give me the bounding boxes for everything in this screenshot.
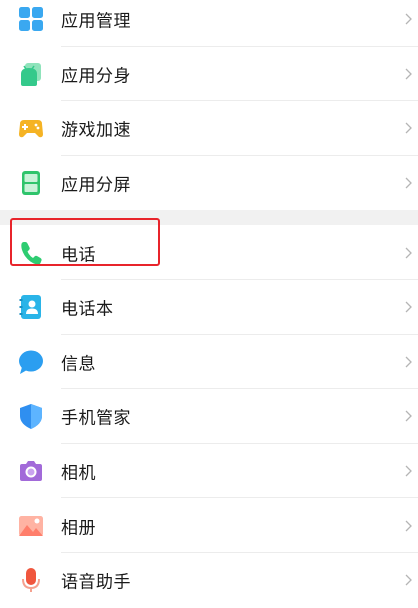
settings-item-app-clone[interactable]: 应用分身 bbox=[0, 47, 418, 102]
settings-group-system-apps: 电话 电话本 信息 手机管家 相机 相册 语音助手 bbox=[0, 225, 418, 608]
app-clone-icon bbox=[21, 62, 41, 86]
chevron-right-icon bbox=[405, 520, 412, 532]
section-separator bbox=[0, 210, 418, 226]
settings-item-gallery[interactable]: 相册 bbox=[0, 498, 418, 553]
settings-item-label: 手机管家 bbox=[61, 408, 131, 429]
split-screen-icon bbox=[22, 171, 40, 196]
voice-assistant-icon bbox=[22, 568, 40, 593]
chevron-right-icon bbox=[405, 177, 412, 189]
game-acceleration-icon bbox=[19, 120, 43, 138]
phone-manager-icon bbox=[20, 404, 42, 430]
settings-item-voice-assistant[interactable]: 语音助手 bbox=[0, 553, 418, 608]
settings-item-label: 信息 bbox=[61, 354, 96, 375]
chevron-right-icon bbox=[405, 410, 412, 422]
chevron-right-icon bbox=[405, 301, 412, 313]
chevron-right-icon bbox=[405, 247, 412, 259]
messages-icon bbox=[19, 350, 43, 374]
settings-item-phone[interactable]: 电话 bbox=[0, 225, 418, 280]
settings-item-label: 应用分屏 bbox=[61, 175, 131, 196]
settings-item-label: 应用管理 bbox=[61, 11, 131, 32]
settings-item-game-acceleration[interactable]: 游戏加速 bbox=[0, 101, 418, 156]
settings-item-label: 电话 bbox=[61, 245, 96, 266]
chevron-right-icon bbox=[405, 574, 412, 586]
settings-item-split-screen[interactable]: 应用分屏 bbox=[0, 156, 418, 211]
settings-item-label: 电话本 bbox=[61, 299, 114, 320]
settings-item-phone-manager[interactable]: 手机管家 bbox=[0, 389, 418, 444]
settings-item-messages[interactable]: 信息 bbox=[0, 335, 418, 390]
chevron-right-icon bbox=[405, 123, 412, 134]
contacts-icon bbox=[19, 295, 41, 320]
settings-group-apps: 应用管理 应用分身 游戏加速 应用分屏 bbox=[0, 0, 418, 211]
settings-item-label: 相册 bbox=[61, 518, 96, 539]
chevron-right-icon bbox=[405, 68, 412, 80]
settings-item-label: 语音助手 bbox=[61, 572, 131, 593]
settings-item-contacts[interactable]: 电话本 bbox=[0, 280, 418, 335]
settings-item-label: 相机 bbox=[61, 463, 96, 484]
camera-icon bbox=[20, 461, 42, 482]
settings-item-app-management[interactable]: 应用管理 bbox=[0, 0, 418, 47]
settings-item-label: 应用分身 bbox=[61, 66, 131, 87]
app-management-icon bbox=[19, 7, 43, 32]
phone-icon bbox=[21, 241, 42, 265]
settings-item-label: 游戏加速 bbox=[61, 120, 131, 141]
gallery-icon bbox=[19, 515, 43, 536]
chevron-right-icon bbox=[405, 465, 412, 477]
chevron-right-icon bbox=[405, 13, 412, 25]
chevron-right-icon bbox=[405, 356, 412, 368]
settings-item-camera[interactable]: 相机 bbox=[0, 444, 418, 499]
